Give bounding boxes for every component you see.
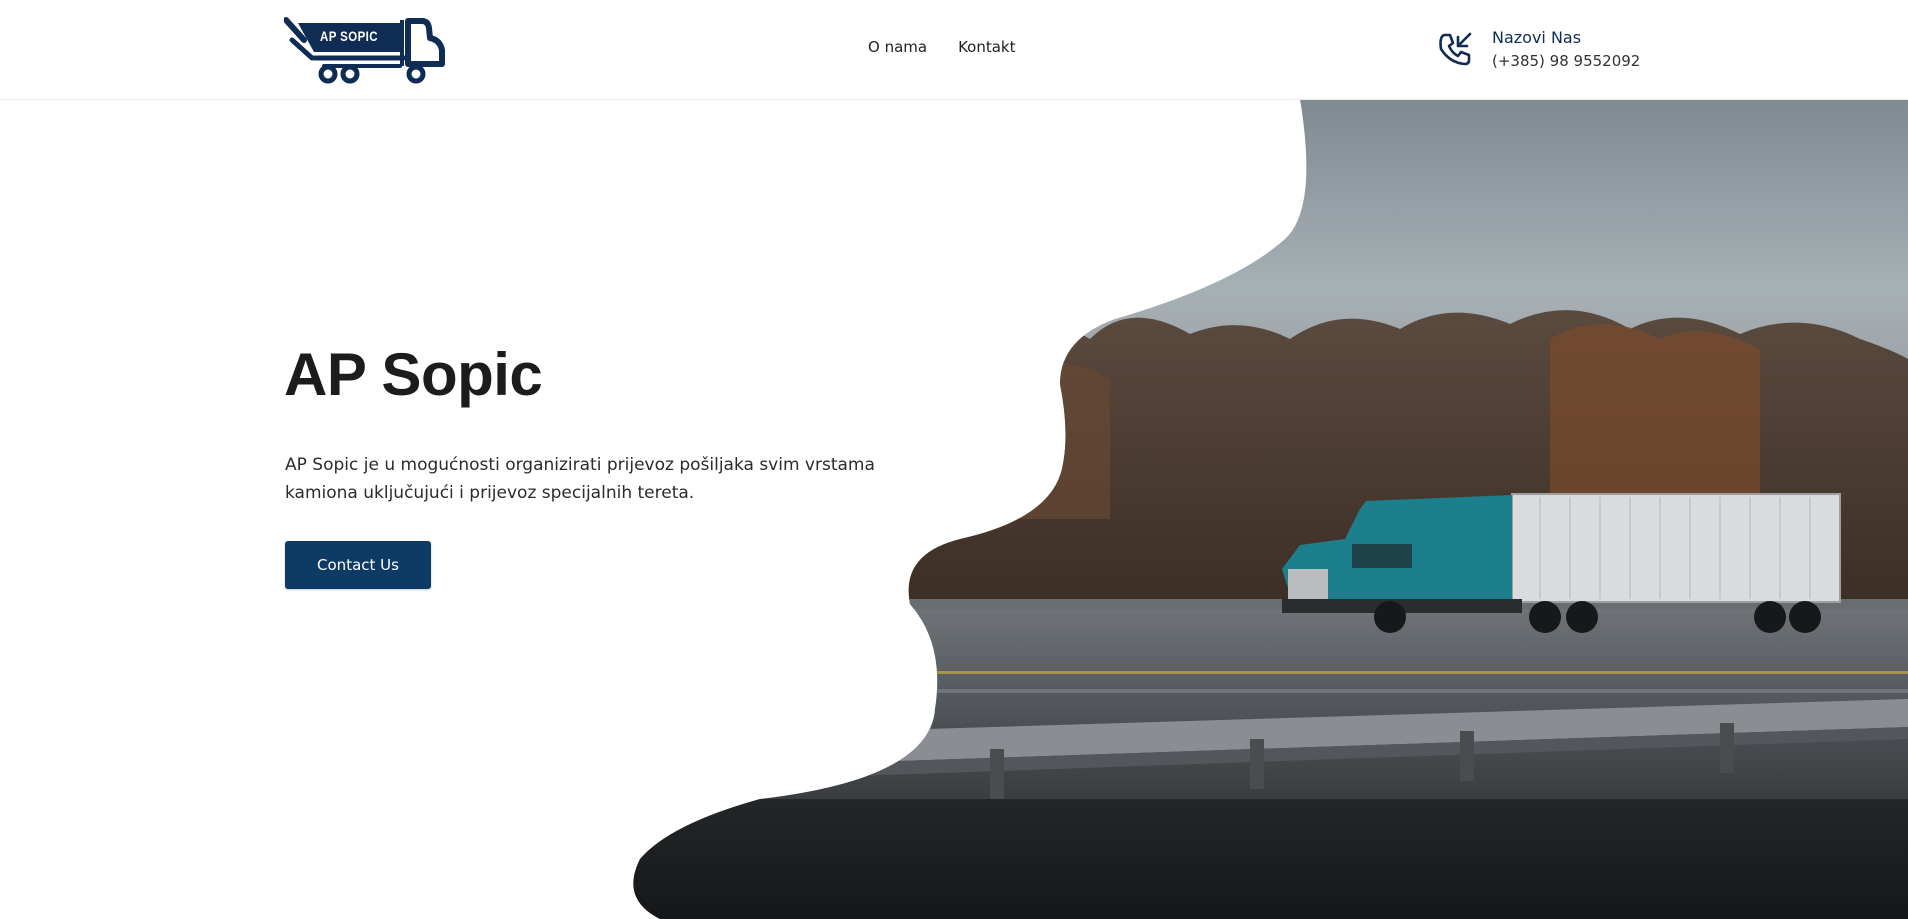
contact-us-button[interactable]: Contact Us (285, 541, 431, 589)
phone-number: (+385) 98 9552092 (1492, 52, 1641, 70)
logo-text: AP SOPIC (320, 28, 378, 44)
phone-title: Nazovi Nas (1492, 28, 1582, 47)
logo[interactable]: AP SOPIC (284, 14, 448, 86)
truck-logo-icon (284, 17, 445, 84)
phone-contact[interactable]: Nazovi Nas (+385) 98 9552092 (1436, 26, 1656, 76)
hero-description: AP Sopic je u mogućnosti organizirati pr… (285, 455, 875, 503)
hero-title: AP Sopic (284, 341, 543, 408)
nav-link-kontakt[interactable]: Kontakt (958, 38, 1015, 56)
nav-link-o-nama[interactable]: O nama (868, 38, 927, 56)
site-header: AP SOPIC O nama Kontakt Nazovi Nas (+385… (0, 0, 1908, 100)
hero-truck-image (633, 99, 1908, 919)
main-nav: O nama Kontakt (868, 38, 1016, 56)
phone-incoming-icon (1439, 32, 1472, 66)
